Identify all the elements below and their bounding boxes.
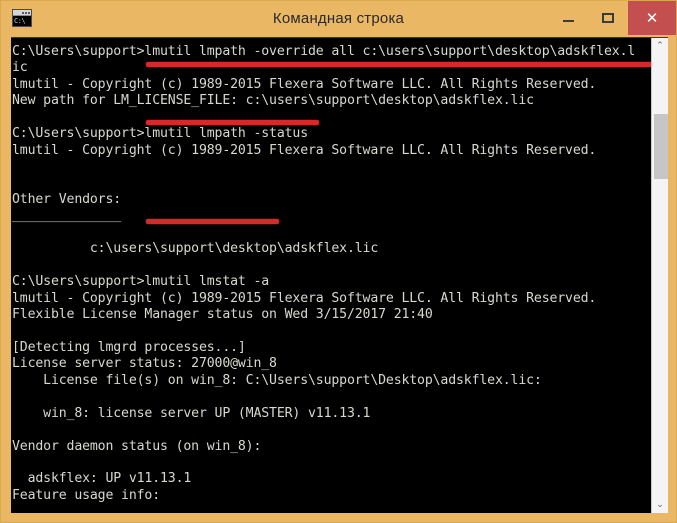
scrollbar-track[interactable] xyxy=(653,55,668,497)
console-line: License file(s) on win_8: C:\Users\suppo… xyxy=(12,372,542,388)
console-line: lmutil - Copyright (c) 1989-2015 Flexera… xyxy=(12,76,597,92)
console-line: Other Vendors: xyxy=(12,191,122,207)
maximize-icon xyxy=(602,13,614,23)
console-text[interactable]: C:\Users\support>lmutil lmpath -override… xyxy=(11,38,651,513)
title-bar[interactable]: C:\ Командная строка ✕ xyxy=(1,1,676,35)
minimize-button[interactable] xyxy=(548,1,588,35)
command-prompt-window: C:\ Командная строка ✕ C:\Users\support>… xyxy=(0,0,677,523)
console-line: C:\Users\support>lmutil lmstat -a xyxy=(12,274,270,290)
console-icon-label: C:\ xyxy=(13,16,31,26)
console-line: win_8: license server UP (MASTER) v11.13… xyxy=(12,405,371,421)
console-line: ______________ xyxy=(12,208,122,224)
scroll-up-arrow-icon[interactable]: ⌃ xyxy=(652,38,668,55)
redline-lmstat-a xyxy=(146,219,279,224)
scroll-down-arrow-icon[interactable]: ⌄ xyxy=(652,497,668,513)
console-line: Vendor daemon status (on win_8): xyxy=(12,438,262,454)
console-line: Feature usage info: xyxy=(12,487,161,503)
console-line: License server status: 27000@win_8 xyxy=(12,356,277,372)
console-output-area[interactable]: C:\Users\support>lmutil lmpath -override… xyxy=(11,37,668,513)
console-line: adskflex: UP v11.13.1 xyxy=(12,471,192,487)
redline-lmpath-status xyxy=(146,120,319,125)
console-line: [Detecting lmgrd processes...] xyxy=(12,339,246,355)
redline-lmpath-override xyxy=(146,62,658,67)
scrollbar-thumb[interactable] xyxy=(654,114,668,179)
console-line: C:\Users\support>lmutil lmpath -status xyxy=(12,126,309,142)
close-icon: ✕ xyxy=(645,10,659,27)
close-button[interactable]: ✕ xyxy=(628,1,676,35)
console-line: C:\Users\support>lmutil lmpath -override… xyxy=(12,44,636,59)
console-line: New path for LM_LICENSE_FILE: c:\users\s… xyxy=(12,93,534,109)
console-line: Flexible License Manager status on Wed 3… xyxy=(12,307,433,322)
console-line: c:\users\support\desktop\adskflex.lic xyxy=(12,241,379,257)
maximize-button[interactable] xyxy=(588,1,628,35)
console-line: lmutil - Copyright (c) 1989-2015 Flexera… xyxy=(12,290,597,306)
console-icon: C:\ xyxy=(12,9,32,27)
window-controls: ✕ xyxy=(548,1,676,35)
minimize-icon xyxy=(562,20,574,22)
console-line: lmutil - Copyright (c) 1989-2015 Flexera… xyxy=(12,142,597,158)
console-scrollbar[interactable]: ⌃ ⌄ xyxy=(651,38,668,513)
